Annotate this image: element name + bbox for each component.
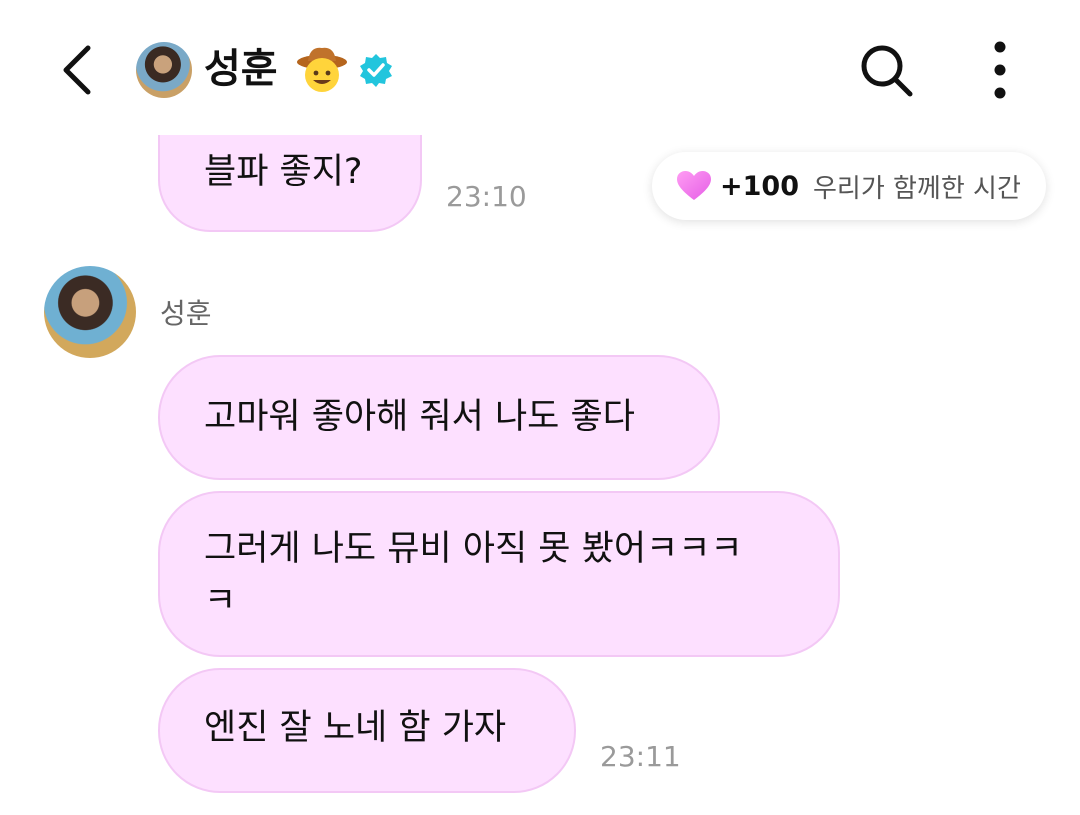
message-bubble[interactable]: 엔진 잘 노네 함 가자: [158, 668, 576, 793]
toast-label: 우리가 함께한 시간: [812, 173, 1021, 204]
message-time: 23:11: [600, 740, 681, 773]
time-together-toast[interactable]: +100 우리가 함께한 시간: [652, 152, 1046, 220]
more-options-icon[interactable]: [976, 38, 1024, 102]
heart-icon: [677, 171, 711, 200]
header-name[interactable]: 성훈: [204, 44, 278, 94]
verified-badge-icon: [358, 52, 394, 88]
header-avatar[interactable]: [136, 42, 192, 98]
sender-avatar[interactable]: [44, 266, 136, 358]
chat-header: 성훈: [0, 0, 1080, 135]
chat-screen: 성훈 블파 좋지? 23:10 +100 우리가 함께한 시간 성훈 고마워 좋…: [0, 0, 1080, 815]
toast-value: +100: [720, 170, 799, 202]
message-bubble[interactable]: 그러게 나도 뮤비 아직 못 봤어ㅋㅋㅋ ㅋ: [158, 491, 840, 657]
message-time: 23:10: [446, 180, 527, 213]
search-icon[interactable]: [856, 40, 916, 100]
back-icon[interactable]: [48, 40, 108, 100]
cowboy-face-emoji-icon: [296, 44, 348, 96]
sender-name: 성훈: [160, 297, 212, 330]
message-bubble[interactable]: 고마워 좋아해 줘서 나도 좋다: [158, 355, 720, 480]
